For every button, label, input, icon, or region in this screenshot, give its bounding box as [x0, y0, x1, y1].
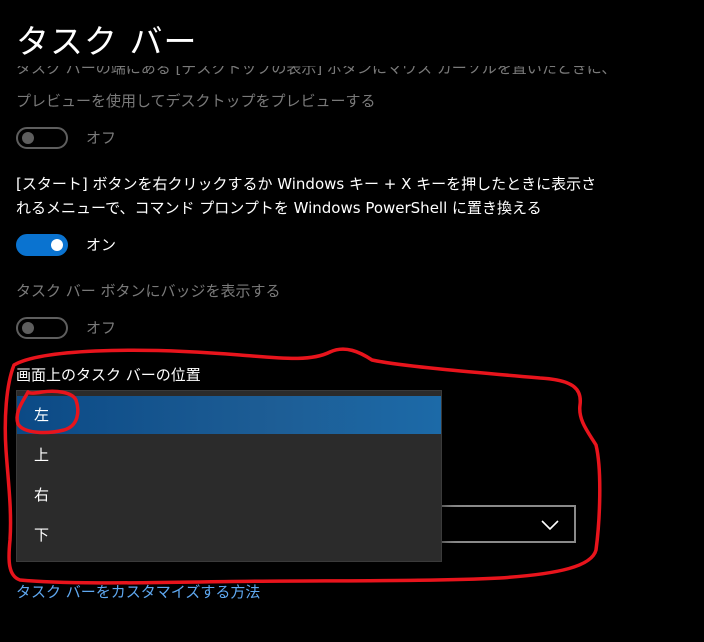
position-option-right[interactable]: 右 [17, 476, 441, 514]
peek-toggle-label: オフ [86, 129, 117, 147]
chevron-down-icon [541, 520, 559, 531]
badges-toggle-label: オフ [86, 319, 117, 337]
powershell-toggle-label: オン [86, 236, 117, 254]
scrolled-clip: タスク バーの端にある [デスクトップの表示] ボタンにマウス カーソルを置いた… [0, 66, 704, 86]
badges-toggle[interactable] [16, 317, 68, 339]
taskbar-position-label: 画面上のタスク バーの位置 [16, 366, 201, 384]
toggle-knob [22, 322, 34, 334]
powershell-description-line1: [スタート] ボタンを右クリックするか Windows キー + X キーを押し… [16, 175, 597, 193]
peek-toggle[interactable] [16, 127, 68, 149]
position-option-bottom[interactable]: 下 [17, 516, 441, 554]
powershell-toggle[interactable] [16, 234, 68, 256]
page-title: タスク バー [16, 22, 198, 61]
peek-description-clipped: タスク バーの端にある [デスクトップの表示] ボタンにマウス カーソルを置いた… [16, 66, 617, 77]
badges-description: タスク バー ボタンにバッジを表示する [16, 282, 281, 300]
toggle-knob [22, 132, 34, 144]
toggle-knob [51, 239, 63, 251]
peek-description: プレビューを使用してデスクトップをプレビューする [16, 92, 376, 110]
position-option-top[interactable]: 上 [17, 436, 441, 474]
customize-taskbar-link[interactable]: タスク バーをカスタマイズする方法 [16, 581, 260, 603]
taskbar-position-dropdown: 左 上 右 下 [16, 390, 442, 562]
position-option-left[interactable]: 左 [17, 396, 441, 434]
powershell-description-line2: れるメニューで、コマンド プロンプトを Windows PowerShell に… [16, 199, 542, 217]
